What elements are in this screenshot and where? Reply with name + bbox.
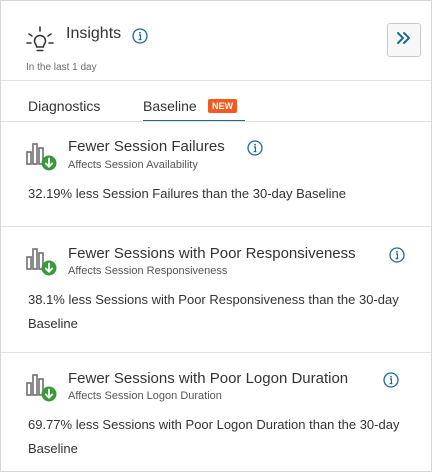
insight-title: Fewer Sessions with Poor Responsiveness — [68, 245, 356, 262]
insights-header: Insights In the last 1 day — [1, 1, 431, 80]
tab-diagnostics[interactable]: Diagnostics — [28, 98, 100, 114]
insight-affects: Affects Session Availability — [68, 159, 198, 171]
info-icon[interactable] — [132, 28, 148, 44]
insights-panel: Insights In the last 1 day Diagnostics B… — [0, 0, 432, 472]
info-icon[interactable] — [383, 372, 399, 388]
lightbulb-icon — [25, 25, 55, 55]
double-chevron-right-icon — [395, 29, 413, 52]
insight-card: Fewer Sessions with Poor Logon Duration … — [1, 353, 431, 471]
panel-title: Insights — [66, 25, 122, 42]
insight-title: Fewer Session Failures — [68, 138, 225, 155]
insight-affects: Affects Session Logon Duration — [68, 390, 222, 402]
insight-description: 32.19% less Session Failures than the 30… — [28, 186, 346, 201]
insight-affects: Affects Session Responsiveness — [68, 265, 228, 277]
bar-chart-trend-down-icon — [26, 369, 60, 403]
new-badge: NEW — [208, 99, 237, 113]
tab-bar: Diagnostics Baseline NEW — [1, 80, 431, 122]
bar-chart-trend-down-icon — [26, 243, 60, 277]
time-range-label: In the last 1 day — [26, 62, 97, 73]
bar-chart-trend-down-icon — [26, 138, 60, 172]
insight-card: Fewer Sessions with Poor Responsiveness … — [1, 227, 431, 352]
info-icon[interactable] — [247, 140, 263, 156]
tab-baseline[interactable]: Baseline — [143, 98, 197, 114]
info-icon[interactable] — [389, 247, 405, 263]
collapse-panel-button[interactable] — [387, 23, 421, 57]
insight-card: Fewer Session Failures Affects Session A… — [1, 122, 431, 226]
insight-title: Fewer Sessions with Poor Logon Duration — [68, 370, 349, 387]
insight-description: 38.1% less Sessions with Poor Responsive… — [28, 292, 399, 331]
insight-description: 69.77% less Sessions with Poor Logon Dur… — [28, 417, 400, 456]
